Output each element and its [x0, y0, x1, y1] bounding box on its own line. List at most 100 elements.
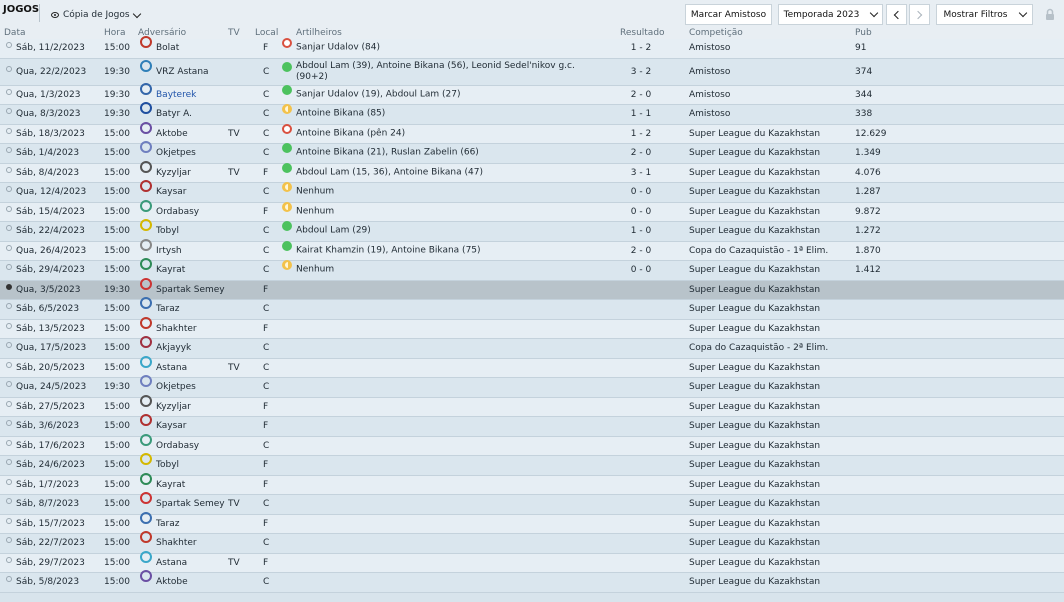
table-row[interactable]: Sáb, 6/5/2023 15:00 Taraz C Super League du …	[0, 297, 1064, 320]
table-row[interactable]: Qua, 1/3/2023 19:30 Bayterek C Sanjar Udalov…	[0, 82, 1064, 105]
table-row[interactable]: Sáb, 27/5/2023 15:00 Kyzyljar F Super League…	[0, 394, 1064, 417]
table-row[interactable]: Sáb, 3/6/2023 15:00 Kaysar F Super League du…	[0, 414, 1064, 437]
match-opponent[interactable]: Tobyl	[156, 460, 179, 470]
match-opponent[interactable]: Taraz	[156, 519, 179, 529]
row-radio[interactable]	[6, 283, 12, 290]
col-result[interactable]: Resultado	[620, 28, 665, 38]
row-radio[interactable]	[6, 439, 12, 446]
match-opponent[interactable]: Bayterek	[156, 90, 196, 100]
row-radio[interactable]	[6, 420, 12, 427]
table-row[interactable]: Qua, 22/2/2023 19:30 VRZ Astana C Abdoul Lam…	[0, 58, 1064, 86]
table-row[interactable]: Qua, 26/4/2023 15:00 Irtysh C Kairat Khamzin…	[0, 238, 1064, 261]
match-opponent[interactable]: Kyzyljar	[156, 402, 191, 412]
match-opponent[interactable]: Kayrat	[156, 265, 185, 275]
previous-button[interactable]	[886, 4, 907, 25]
match-opponent[interactable]: Tobyl	[156, 226, 179, 236]
table-row[interactable]: Sáb, 1/4/2023 15:00 Okjetpes C Antoine Bikan…	[0, 141, 1064, 164]
table-row[interactable]: Sáb, 22/7/2023 15:00 Shakhter C Super League…	[0, 531, 1064, 554]
table-row[interactable]: Sáb, 29/4/2023 15:00 Kayrat C Nenhum 0 - 0 Sup…	[0, 258, 1064, 281]
season-select[interactable]: Temporada 2023	[778, 4, 883, 25]
table-row[interactable]: Sáb, 15/7/2023 15:00 Taraz F Super League du…	[0, 511, 1064, 534]
match-opponent[interactable]: Kaysar	[156, 187, 187, 197]
match-opponent[interactable]: Spartak Semey	[156, 499, 225, 509]
table-row[interactable]: Sáb, 5/8/2023 15:00 Aktobe C Super League du…	[0, 570, 1064, 593]
match-opponent[interactable]: Okjetpes	[156, 148, 196, 158]
col-tv[interactable]: TV	[228, 28, 240, 38]
match-opponent[interactable]: Spartak Semey	[156, 285, 225, 295]
match-opponent[interactable]: Batyr A.	[156, 109, 192, 119]
col-date[interactable]: Data	[4, 28, 26, 38]
col-scorers[interactable]: Artilheiros	[296, 28, 342, 38]
row-radio[interactable]	[6, 186, 12, 193]
match-opponent[interactable]: Kyzyljar	[156, 168, 191, 178]
row-radio[interactable]	[6, 478, 12, 485]
row-radio[interactable]	[6, 225, 12, 232]
row-radio[interactable]	[6, 127, 12, 134]
match-opponent[interactable]: Shakhter	[156, 538, 197, 548]
col-competition[interactable]: Competição	[689, 28, 743, 38]
match-opponent[interactable]: Ordabasy	[156, 441, 199, 451]
row-radio[interactable]	[6, 537, 12, 544]
row-radio[interactable]	[6, 108, 12, 115]
row-radio[interactable]	[6, 576, 12, 583]
next-button[interactable]	[909, 4, 930, 25]
table-row[interactable]: Sáb, 18/3/2023 15:00 Aktobe TV C Antoine Bika…	[0, 121, 1064, 144]
match-opponent[interactable]: Taraz	[156, 304, 179, 314]
row-radio[interactable]	[6, 244, 12, 251]
table-row[interactable]: Sáb, 17/6/2023 15:00 Ordabasy C Super League…	[0, 433, 1064, 456]
match-opponent[interactable]: Astana	[156, 558, 187, 568]
table-row[interactable]: Sáb, 22/4/2023 15:00 Tobyl C Abdoul Lam (29)…	[0, 219, 1064, 242]
match-opponent[interactable]: Kaysar	[156, 421, 187, 431]
row-radio[interactable]	[6, 381, 12, 388]
table-row[interactable]: Sáb, 20/5/2023 15:00 Astana TV C Super League…	[0, 355, 1064, 378]
show-filters-button[interactable]: Mostrar Filtros	[936, 4, 1033, 25]
table-row[interactable]: Qua, 8/3/2023 19:30 Batyr A. C Antoine Bikan…	[0, 102, 1064, 125]
table-row[interactable]: Sáb, 11/2/2023 15:00 Bolat F Sanjar Udalov (…	[0, 36, 1064, 59]
row-radio[interactable]	[6, 459, 12, 466]
row-radio[interactable]	[6, 498, 12, 505]
match-opponent[interactable]: Okjetpes	[156, 382, 196, 392]
row-radio[interactable]	[6, 342, 12, 349]
row-radio[interactable]	[6, 205, 12, 212]
row-radio[interactable]	[6, 42, 12, 49]
match-opponent[interactable]: Bolat	[156, 43, 179, 53]
match-opponent[interactable]: VRZ Astana	[156, 67, 209, 77]
col-venue[interactable]: Local	[255, 28, 278, 38]
row-radio[interactable]	[6, 361, 12, 368]
table-row[interactable]: Sáb, 29/7/2023 15:00 Astana TV F Super League…	[0, 550, 1064, 573]
table-row[interactable]: Sáb, 8/4/2023 15:00 Kyzyljar TV F Abdoul Lam …	[0, 160, 1064, 183]
row-radio[interactable]	[6, 556, 12, 563]
match-opponent[interactable]: Aktobe	[156, 129, 188, 139]
table-row[interactable]: Sáb, 13/5/2023 15:00 Shakhter F Super League…	[0, 316, 1064, 339]
row-radio[interactable]	[6, 322, 12, 329]
table-row[interactable]: Qua, 3/5/2023 19:30 Spartak Semey F Super Le…	[0, 277, 1064, 300]
col-attendance[interactable]: Pub	[855, 28, 872, 38]
match-opponent[interactable]: Ordabasy	[156, 207, 199, 217]
col-time[interactable]: Hora	[104, 28, 126, 38]
row-radio[interactable]	[6, 303, 12, 310]
match-opponent[interactable]: Irtysh	[156, 246, 182, 256]
row-radio[interactable]	[6, 147, 12, 154]
match-opponent[interactable]: Akjayyk	[156, 343, 191, 353]
match-opponent[interactable]: Aktobe	[156, 577, 188, 587]
row-radio[interactable]	[6, 65, 12, 72]
row-radio[interactable]	[6, 517, 12, 524]
lock-icon[interactable]	[1042, 7, 1058, 23]
table-row[interactable]: Sáb, 15/4/2023 15:00 Ordabasy F Nenhum 0 - 0 S…	[0, 199, 1064, 222]
match-opponent[interactable]: Astana	[156, 363, 187, 373]
table-row[interactable]: Qua, 12/4/2023 15:00 Kaysar C Nenhum 0 - 0 Sup…	[0, 180, 1064, 203]
match-opponent[interactable]: Kayrat	[156, 480, 185, 490]
view-selector[interactable]: Cópia de Jogos	[51, 9, 141, 20]
row-radio[interactable]	[6, 400, 12, 407]
table-row[interactable]: Qua, 17/5/2023 15:00 Akjayyk C Copa do Cazaq…	[0, 336, 1064, 359]
table-row[interactable]: Sáb, 24/6/2023 15:00 Tobyl F Super League du…	[0, 453, 1064, 476]
schedule-friendly-button[interactable]: Marcar Amistoso	[685, 4, 772, 25]
row-radio[interactable]	[6, 166, 12, 173]
table-row[interactable]: Qua, 24/5/2023 19:30 Okjetpes C Super League…	[0, 375, 1064, 398]
row-radio[interactable]	[6, 88, 12, 95]
row-radio[interactable]	[6, 264, 12, 271]
match-date: Sáb, 3/6/2023	[16, 421, 80, 432]
table-row[interactable]: Sáb, 1/7/2023 15:00 Kayrat F Super League du…	[0, 472, 1064, 495]
match-opponent[interactable]: Shakhter	[156, 324, 197, 334]
table-row[interactable]: Sáb, 8/7/2023 15:00 Spartak Semey TV C Super …	[0, 492, 1064, 515]
